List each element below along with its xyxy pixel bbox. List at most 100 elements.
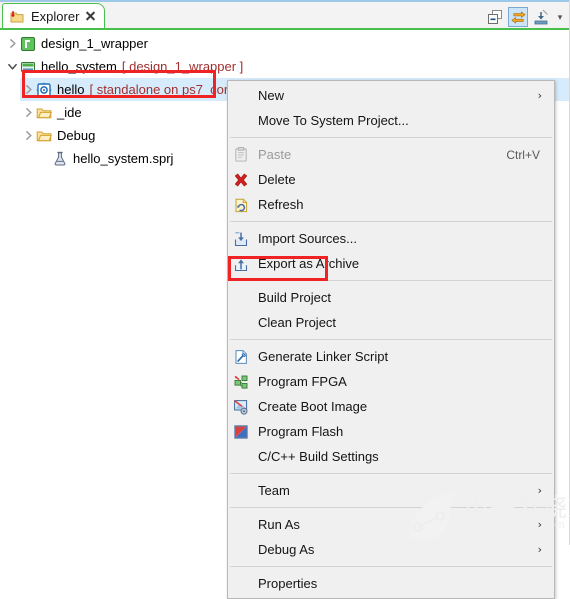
menu-separator (230, 507, 552, 508)
submenu-chevron-right-icon: › (537, 484, 542, 497)
menu-item-icon-placeholder (232, 289, 250, 307)
menu-item-c-c++-build-settings[interactable]: C/C++ Build Settings (228, 444, 554, 469)
menu-item-debug-as[interactable]: Debug As › (228, 537, 554, 562)
menu-item-label: Run As (258, 517, 300, 532)
menu-item-label: Create Boot Image (258, 399, 368, 414)
menu-separator (230, 221, 552, 222)
chevron-right-icon[interactable] (4, 36, 20, 52)
menu-item-export-as-archive[interactable]: Export as Archive (228, 251, 554, 276)
link-with-editor-icon[interactable] (508, 7, 528, 27)
menu-item-clean-project[interactable]: Clean Project (228, 310, 554, 335)
tree-twisty-placeholder (36, 151, 52, 167)
menu-item-label: Program Flash (258, 424, 344, 439)
menu-item-paste: Paste Ctrl+V (228, 142, 554, 167)
tree-item-label: _ide (57, 105, 82, 120)
program-flash-icon (232, 423, 250, 441)
menu-separator (230, 280, 552, 281)
delete-x-icon (232, 171, 250, 189)
menu-item-label: New (258, 88, 285, 103)
menu-item-new[interactable]: New › (228, 83, 554, 108)
refresh-icon (232, 196, 250, 214)
menu-item-icon-placeholder (232, 541, 250, 559)
submenu-chevron-right-icon: › (537, 543, 542, 556)
submenu-chevron-right-icon: › (537, 518, 542, 531)
close-icon[interactable] (85, 11, 96, 22)
export-icon (232, 255, 250, 273)
chevron-right-icon[interactable] (20, 128, 36, 144)
menu-separator (230, 137, 552, 138)
menu-item-label: Export as Archive (258, 256, 360, 271)
menu-item-label: Move To System Project... (258, 113, 409, 128)
menu-item-label: Paste (258, 147, 292, 162)
tree-item-label: hello_system (41, 59, 117, 74)
menu-item-label: Program FPGA (258, 374, 347, 389)
tree-item-label: Debug (57, 128, 96, 143)
menu-item-refresh[interactable]: Refresh (228, 192, 554, 217)
menu-item-label: Refresh (258, 197, 304, 212)
menu-item-generate-linker-script[interactable]: Generate Linker Script (228, 344, 554, 369)
menu-item-delete[interactable]: Delete (228, 167, 554, 192)
tree-item-design-1-wrapper[interactable]: design_1_wrapper (0, 32, 570, 55)
hardware-design-icon (20, 36, 36, 52)
tab-active-underline (0, 28, 570, 30)
chevron-down-icon[interactable] (4, 59, 20, 75)
menu-item-label: Import Sources... (258, 231, 357, 246)
boot-image-icon (232, 398, 250, 416)
tree-item-label: design_1_wrapper (41, 36, 148, 51)
menu-item-build-project[interactable]: Build Project (228, 285, 554, 310)
system-project-icon (20, 59, 36, 75)
menu-item-shortcut: Ctrl+V (506, 147, 540, 162)
explorer-view: Explorer ▾ design_1_wrapper hello_system… (0, 0, 570, 599)
import-icon (232, 230, 250, 248)
tree-item-hello-system[interactable]: hello_system [ design_1_wrapper ] (0, 55, 570, 78)
menu-item-move-to-system-project[interactable]: Move To System Project... (228, 108, 554, 133)
menu-item-icon-placeholder (232, 516, 250, 534)
menu-item-label: Debug As (258, 542, 315, 557)
menu-item-label: Generate Linker Script (258, 349, 389, 364)
explorer-folder-icon (9, 9, 25, 24)
menu-item-run-as[interactable]: Run As › (228, 512, 554, 537)
menu-item-icon-placeholder (232, 314, 250, 332)
tree-item-label: hello_system.sprj (73, 151, 174, 166)
menu-item-label: Delete (258, 172, 296, 187)
menu-item-icon-placeholder (232, 448, 250, 466)
tree-item-detail: [ design_1_wrapper ] (121, 59, 244, 74)
restore-view-icon[interactable] (531, 7, 551, 27)
menu-item-properties[interactable]: Properties (228, 571, 554, 596)
folder-icon (36, 128, 52, 144)
menu-item-icon-placeholder (232, 575, 250, 593)
menu-item-create-boot-image[interactable]: Create Boot Image (228, 394, 554, 419)
view-toolbar: ▾ (485, 6, 566, 28)
menu-separator (230, 339, 552, 340)
submenu-chevron-right-icon: › (537, 89, 542, 102)
menu-item-label: Clean Project (258, 315, 337, 330)
linker-script-icon (232, 348, 250, 366)
menu-item-team[interactable]: Team › (228, 478, 554, 503)
program-fpga-icon (232, 373, 250, 391)
menu-item-icon-placeholder (232, 482, 250, 500)
menu-item-label: C/C++ Build Settings (258, 449, 379, 464)
tree-item-label: hello (57, 82, 85, 97)
menu-item-label: Team (258, 483, 290, 498)
view-menu-chevron-down-icon[interactable]: ▾ (554, 7, 566, 27)
sprj-file-icon (52, 151, 68, 167)
menu-item-icon-placeholder (232, 87, 250, 105)
menu-item-import-sources[interactable]: Import Sources... (228, 226, 554, 251)
tab-explorer-label: Explorer (31, 8, 80, 24)
menu-item-program-fpga[interactable]: Program FPGA (228, 369, 554, 394)
menu-item-label: Build Project (258, 290, 331, 305)
menu-separator (230, 566, 552, 567)
menu-item-label: Properties (258, 576, 318, 591)
application-project-icon (36, 82, 52, 98)
context-menu: New › Move To System Project... Paste Ctrl+V… (227, 80, 555, 599)
clipboard-paste-icon (232, 146, 250, 164)
tab-explorer[interactable]: Explorer (2, 3, 106, 28)
collapse-all-icon[interactable] (485, 7, 505, 27)
folder-icon (36, 105, 52, 121)
chevron-right-icon[interactable] (20, 105, 36, 121)
view-tab-bar: Explorer ▾ (0, 2, 570, 30)
chevron-right-icon[interactable] (20, 82, 36, 98)
menu-separator (230, 473, 552, 474)
menu-item-icon-placeholder (232, 112, 250, 130)
menu-item-program-flash[interactable]: Program Flash (228, 419, 554, 444)
